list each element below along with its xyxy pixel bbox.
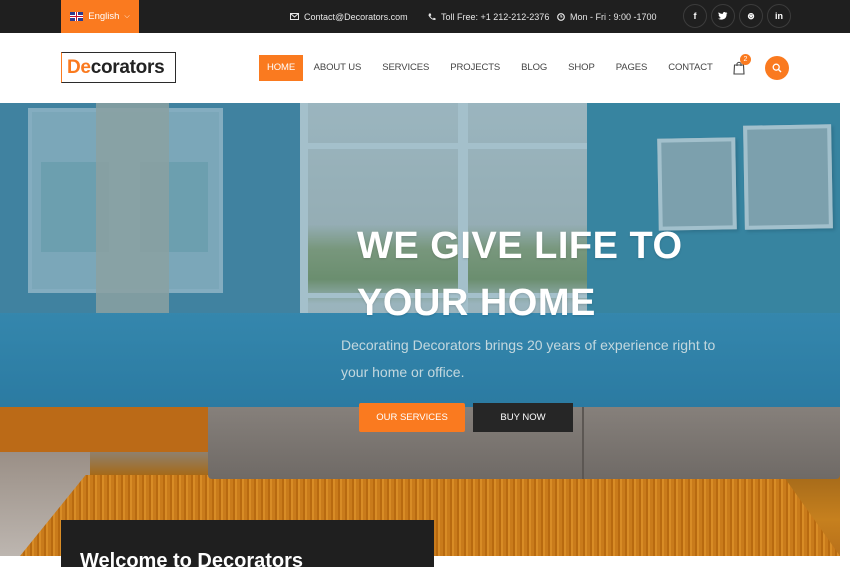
nav-services[interactable]: SERVICES	[372, 55, 440, 81]
language-label: English	[88, 11, 120, 22]
hero-bg-floor	[0, 407, 208, 452]
hero-title: WE GIVE LIFE TO YOUR HOME	[357, 218, 777, 332]
nav-contact[interactable]: CONTACT	[658, 55, 724, 81]
hero-title-line-1: WE GIVE LIFE TO	[357, 225, 683, 267]
main-header: De corators HOME ABOUT US SERVICES PROJEC…	[0, 33, 850, 103]
hero-title-line-2: YOUR HOME	[357, 282, 596, 324]
envelope-icon	[290, 13, 299, 20]
language-selector[interactable]: English ⌵	[61, 0, 139, 33]
linkedin-icon[interactable]: in	[767, 4, 791, 28]
uk-flag-icon	[70, 12, 84, 21]
twitter-icon[interactable]	[711, 4, 735, 28]
email-text: Contact@Decorators.com	[304, 11, 408, 22]
search-button[interactable]	[765, 56, 789, 80]
buy-now-button[interactable]: BUY NOW	[473, 403, 573, 432]
contact-email[interactable]: Contact@Decorators.com	[290, 0, 408, 33]
logo-accent-text: De	[67, 56, 91, 78]
site-logo[interactable]: De corators	[61, 52, 176, 83]
phone-icon	[428, 13, 436, 20]
hours-text: Mon - Fri : 9:00 -1700	[570, 11, 657, 22]
chevron-down-icon: ⌵	[124, 12, 130, 20]
nav-projects[interactable]: PROJECTS	[440, 55, 511, 81]
nav-shop[interactable]: SHOP	[558, 55, 606, 81]
welcome-panel: Welcome to Decorators	[61, 520, 434, 572]
top-bar: English ⌵ Contact@Decorators.com Toll Fr…	[0, 0, 850, 33]
social-links: f ⊛ in	[683, 4, 791, 28]
facebook-icon[interactable]: f	[683, 4, 707, 28]
nav-home[interactable]: HOME	[259, 55, 304, 81]
nav-about-us[interactable]: ABOUT US	[303, 55, 372, 81]
main-nav: HOME ABOUT US SERVICES PROJECTS BLOG SHO…	[259, 55, 723, 81]
search-icon	[772, 63, 782, 73]
hero-subtitle: Decorating Decorators brings 20 years of…	[341, 337, 716, 380]
hero-banner: WE GIVE LIFE TO YOUR HOME Decorating Dec…	[0, 103, 840, 556]
our-services-button[interactable]: OUR SERVICES	[359, 403, 465, 432]
nav-blog[interactable]: BLOG	[511, 55, 558, 81]
clock-icon	[557, 12, 565, 21]
dribbble-icon[interactable]: ⊛	[739, 4, 763, 28]
logo-text: corators	[90, 56, 165, 78]
phone-text: Toll Free: +1 212-212-2376	[441, 11, 550, 22]
hero-bg-sofa-seam	[582, 407, 584, 479]
toll-free-phone[interactable]: Toll Free: +1 212-212-2376	[428, 0, 549, 33]
business-hours: Mon - Fri : 9:00 -1700	[557, 0, 657, 33]
cart-count-badge: 2	[740, 54, 751, 65]
nav-pages[interactable]: PAGES	[605, 55, 658, 81]
welcome-title: Welcome to Decorators	[80, 550, 304, 572]
